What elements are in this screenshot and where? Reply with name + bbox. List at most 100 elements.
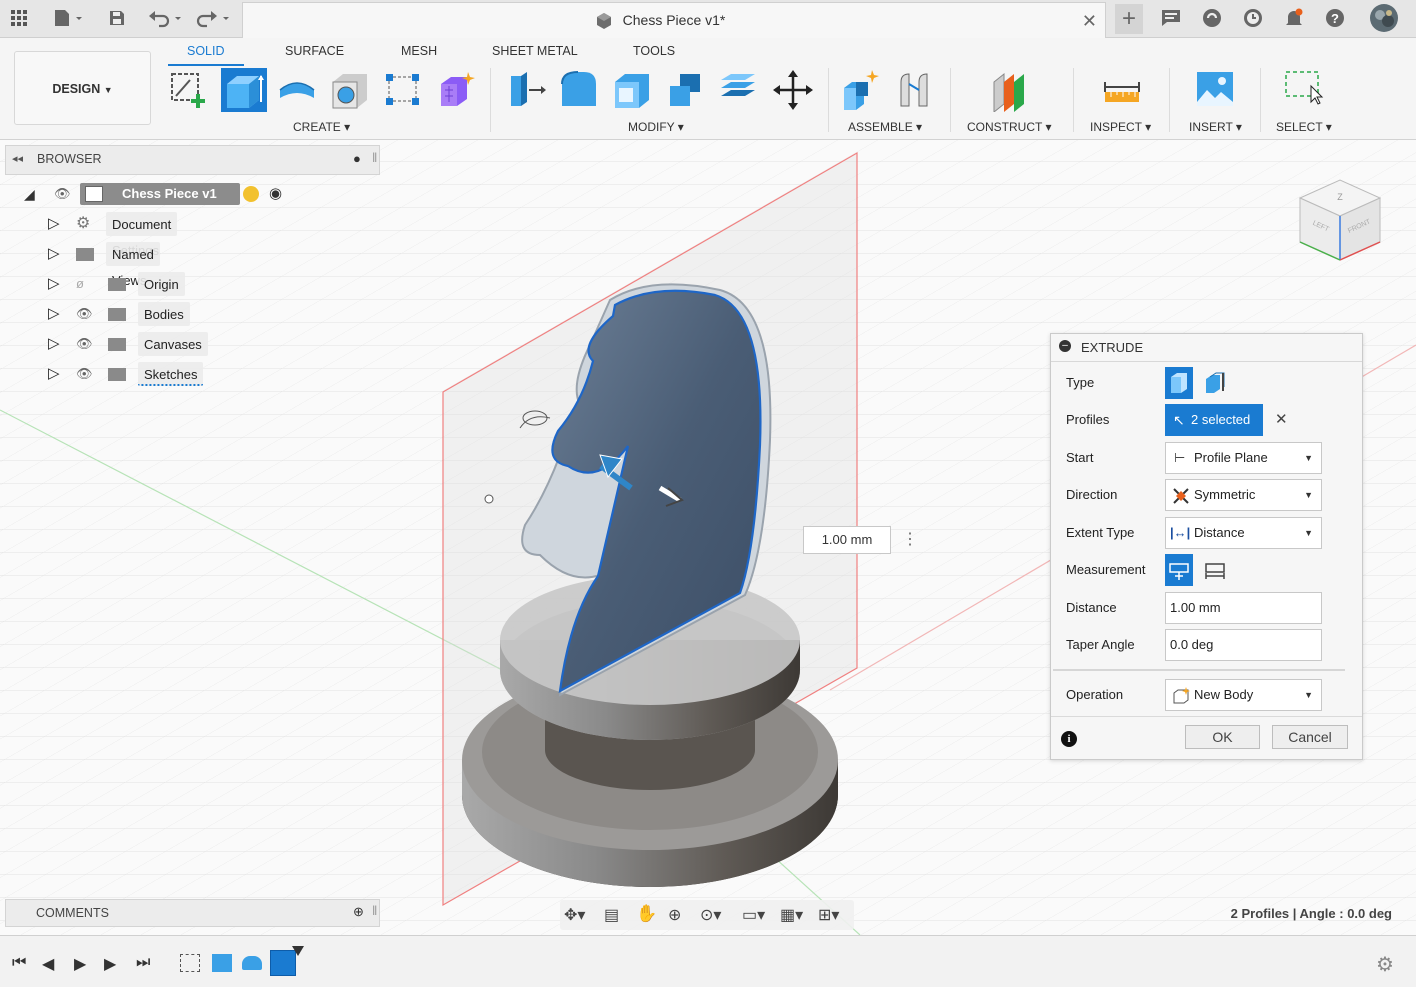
settings-gear-icon[interactable]: ⚙ — [1376, 952, 1394, 977]
measurement-whole-button[interactable] — [1201, 554, 1229, 586]
more-options-icon[interactable]: ⋮ — [902, 529, 918, 549]
revolve-button[interactable] — [276, 68, 318, 112]
new-component-button[interactable] — [840, 68, 882, 112]
new-tab-icon[interactable]: + — [1115, 4, 1143, 34]
fillet-button[interactable] — [558, 68, 600, 112]
redo-icon[interactable] — [194, 6, 234, 30]
expand-triangle-icon[interactable]: ▷ — [48, 211, 60, 237]
save-icon[interactable] — [106, 6, 128, 30]
clear-selection-icon[interactable]: ✕ — [1275, 410, 1288, 428]
group-modify[interactable]: MODIFY ▾ — [628, 120, 684, 134]
user-avatar[interactable] — [1368, 3, 1400, 32]
help-icon[interactable]: ? — [1323, 6, 1347, 30]
step-back-icon[interactable]: ◀ — [42, 954, 54, 974]
visibility-eye-icon[interactable]: 👁 — [76, 331, 93, 357]
extent-type-dropdown[interactable]: |↔| Distance ▼ — [1165, 517, 1322, 549]
go-to-start-icon[interactable]: ⏮ — [12, 954, 26, 972]
tree-root[interactable]: ◢ 👁 Chess Piece v1 ◉ — [24, 181, 380, 207]
grid-settings-icon[interactable]: ▦▾ — [780, 905, 803, 925]
workspace-switcher[interactable]: DESIGN ▼ — [14, 51, 151, 125]
expand-triangle-icon[interactable]: ▷ — [48, 361, 60, 387]
offset-plane-button[interactable] — [990, 68, 1032, 114]
hidden-eye-icon[interactable]: ø — [76, 271, 84, 297]
timeline-sketch-icon[interactable] — [180, 954, 200, 972]
move-button[interactable] — [772, 68, 814, 112]
start-dropdown[interactable]: ⊢ Profile Plane ▼ — [1165, 442, 1322, 474]
combine-button[interactable] — [664, 68, 706, 112]
hole-button[interactable] — [329, 68, 371, 112]
pan-icon[interactable]: ✋ — [636, 904, 657, 924]
collapse-icon[interactable]: ◂◂ — [12, 152, 23, 165]
step-forward-icon[interactable]: ▶ — [104, 954, 116, 974]
viewports-icon[interactable]: ⊞▾ — [818, 905, 839, 925]
offset-face-button[interactable] — [717, 68, 759, 112]
create-form-button[interactable] — [435, 68, 477, 112]
pin-icon[interactable]: ‖ — [372, 150, 377, 165]
go-to-end-icon[interactable]: ⏭ — [136, 954, 150, 972]
expand-triangle-icon[interactable]: ▷ — [48, 331, 60, 357]
orbit-icon[interactable]: ✥▾ — [564, 905, 585, 925]
root-component[interactable]: Chess Piece v1 — [80, 183, 240, 205]
pattern-button[interactable] — [382, 68, 424, 112]
display-settings-icon[interactable]: ▭▾ — [742, 905, 765, 925]
taper-angle-field[interactable]: 0.0 deg — [1165, 629, 1322, 661]
notification-icon[interactable] — [1282, 6, 1306, 30]
extrude-button[interactable] — [221, 68, 267, 112]
visibility-eye-icon[interactable]: 👁 — [76, 301, 93, 327]
grid-icon[interactable] — [8, 6, 30, 30]
group-create[interactable]: CREATE ▾ — [293, 120, 350, 134]
undo-icon[interactable] — [146, 6, 186, 30]
look-at-icon[interactable]: ▤ — [604, 905, 619, 925]
visibility-eye-icon[interactable]: 👁 — [54, 181, 71, 207]
view-cube[interactable]: Z LEFT FRONT — [1290, 170, 1390, 270]
tab-sheet-metal[interactable]: SHEET METAL — [492, 44, 578, 58]
play-icon[interactable]: ▶ — [74, 954, 86, 974]
ok-button[interactable]: OK — [1185, 725, 1260, 749]
tab-solid[interactable]: SOLID — [187, 44, 225, 58]
select-button[interactable] — [1283, 68, 1325, 112]
clock-icon[interactable] — [1241, 6, 1265, 30]
group-assemble[interactable]: ASSEMBLE ▾ — [848, 120, 922, 134]
close-icon[interactable]: ✕ — [1082, 11, 1097, 32]
collapse-triangle-icon[interactable]: ◢ — [24, 181, 35, 207]
expand-triangle-icon[interactable]: ▷ — [48, 241, 60, 267]
timeline-revolve-icon[interactable] — [242, 956, 262, 970]
group-select[interactable]: SELECT ▾ — [1276, 120, 1332, 134]
distance-dimension-input[interactable]: 1.00 mm — [803, 526, 891, 554]
direction-dropdown[interactable]: Symmetric ▼ — [1165, 479, 1322, 511]
minimize-icon[interactable]: ● — [353, 151, 361, 166]
document-tab[interactable]: Chess Piece v1* ✕ — [242, 2, 1106, 38]
pin-icon[interactable]: ‖ — [372, 903, 377, 918]
distance-field[interactable]: 1.00 mm — [1165, 592, 1322, 624]
comment-icon[interactable] — [1159, 6, 1183, 30]
file-icon[interactable] — [50, 6, 86, 30]
operation-dropdown[interactable]: New Body ▼ — [1165, 679, 1322, 711]
press-pull-button[interactable] — [505, 68, 547, 112]
timeline-canvas-icon[interactable] — [212, 954, 232, 972]
tab-tools[interactable]: TOOLS — [633, 44, 675, 58]
tab-surface[interactable]: SURFACE — [285, 44, 344, 58]
type-solid-button[interactable] — [1165, 367, 1193, 399]
add-comment-icon[interactable]: ⊕ — [353, 904, 364, 920]
timeline-marker-icon[interactable] — [292, 946, 304, 956]
type-thin-button[interactable] — [1201, 367, 1229, 399]
expand-triangle-icon[interactable]: ▷ — [48, 271, 60, 297]
measure-button[interactable] — [1101, 68, 1143, 112]
warning-badge-icon[interactable] — [243, 186, 259, 202]
visibility-eye-icon[interactable]: 👁 — [76, 361, 93, 387]
shell-button[interactable] — [611, 68, 653, 112]
activate-radio-icon[interactable]: ◉ — [269, 181, 282, 207]
info-icon[interactable]: i — [1061, 731, 1077, 747]
joint-button[interactable] — [895, 68, 937, 112]
expand-triangle-icon[interactable]: ▷ — [48, 301, 60, 327]
collapse-dialog-icon[interactable]: – — [1059, 340, 1071, 352]
profiles-selector[interactable]: ↖ 2 selected — [1165, 404, 1263, 436]
create-sketch-button[interactable] — [168, 68, 210, 112]
extension-icon[interactable] — [1200, 6, 1224, 30]
group-insert[interactable]: INSERT ▾ — [1189, 120, 1242, 134]
group-construct[interactable]: CONSTRUCT ▾ — [967, 120, 1051, 134]
zoom-icon[interactable]: ⊕ — [668, 905, 681, 925]
group-inspect[interactable]: INSPECT ▾ — [1090, 120, 1151, 134]
tab-mesh[interactable]: MESH — [401, 44, 437, 58]
cancel-button[interactable]: Cancel — [1272, 725, 1348, 749]
